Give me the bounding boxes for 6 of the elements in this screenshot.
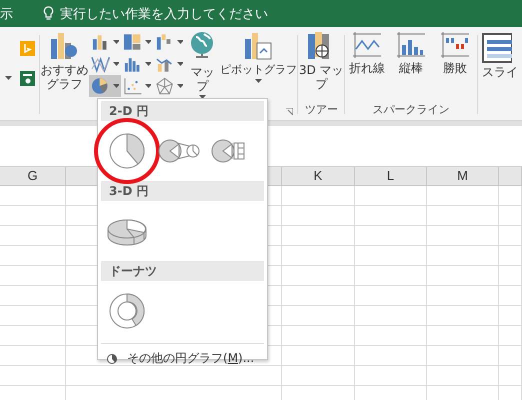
section-heading: 3-D 円 — [109, 182, 148, 200]
group-label: スパークライン — [372, 102, 450, 117]
section-heading: 2-D 円 — [109, 102, 148, 120]
group-label: ツアー — [304, 102, 338, 117]
menu-item-label: その他の円グラフ(M)... — [127, 350, 254, 367]
section-heading: ドーナツ — [109, 262, 157, 280]
